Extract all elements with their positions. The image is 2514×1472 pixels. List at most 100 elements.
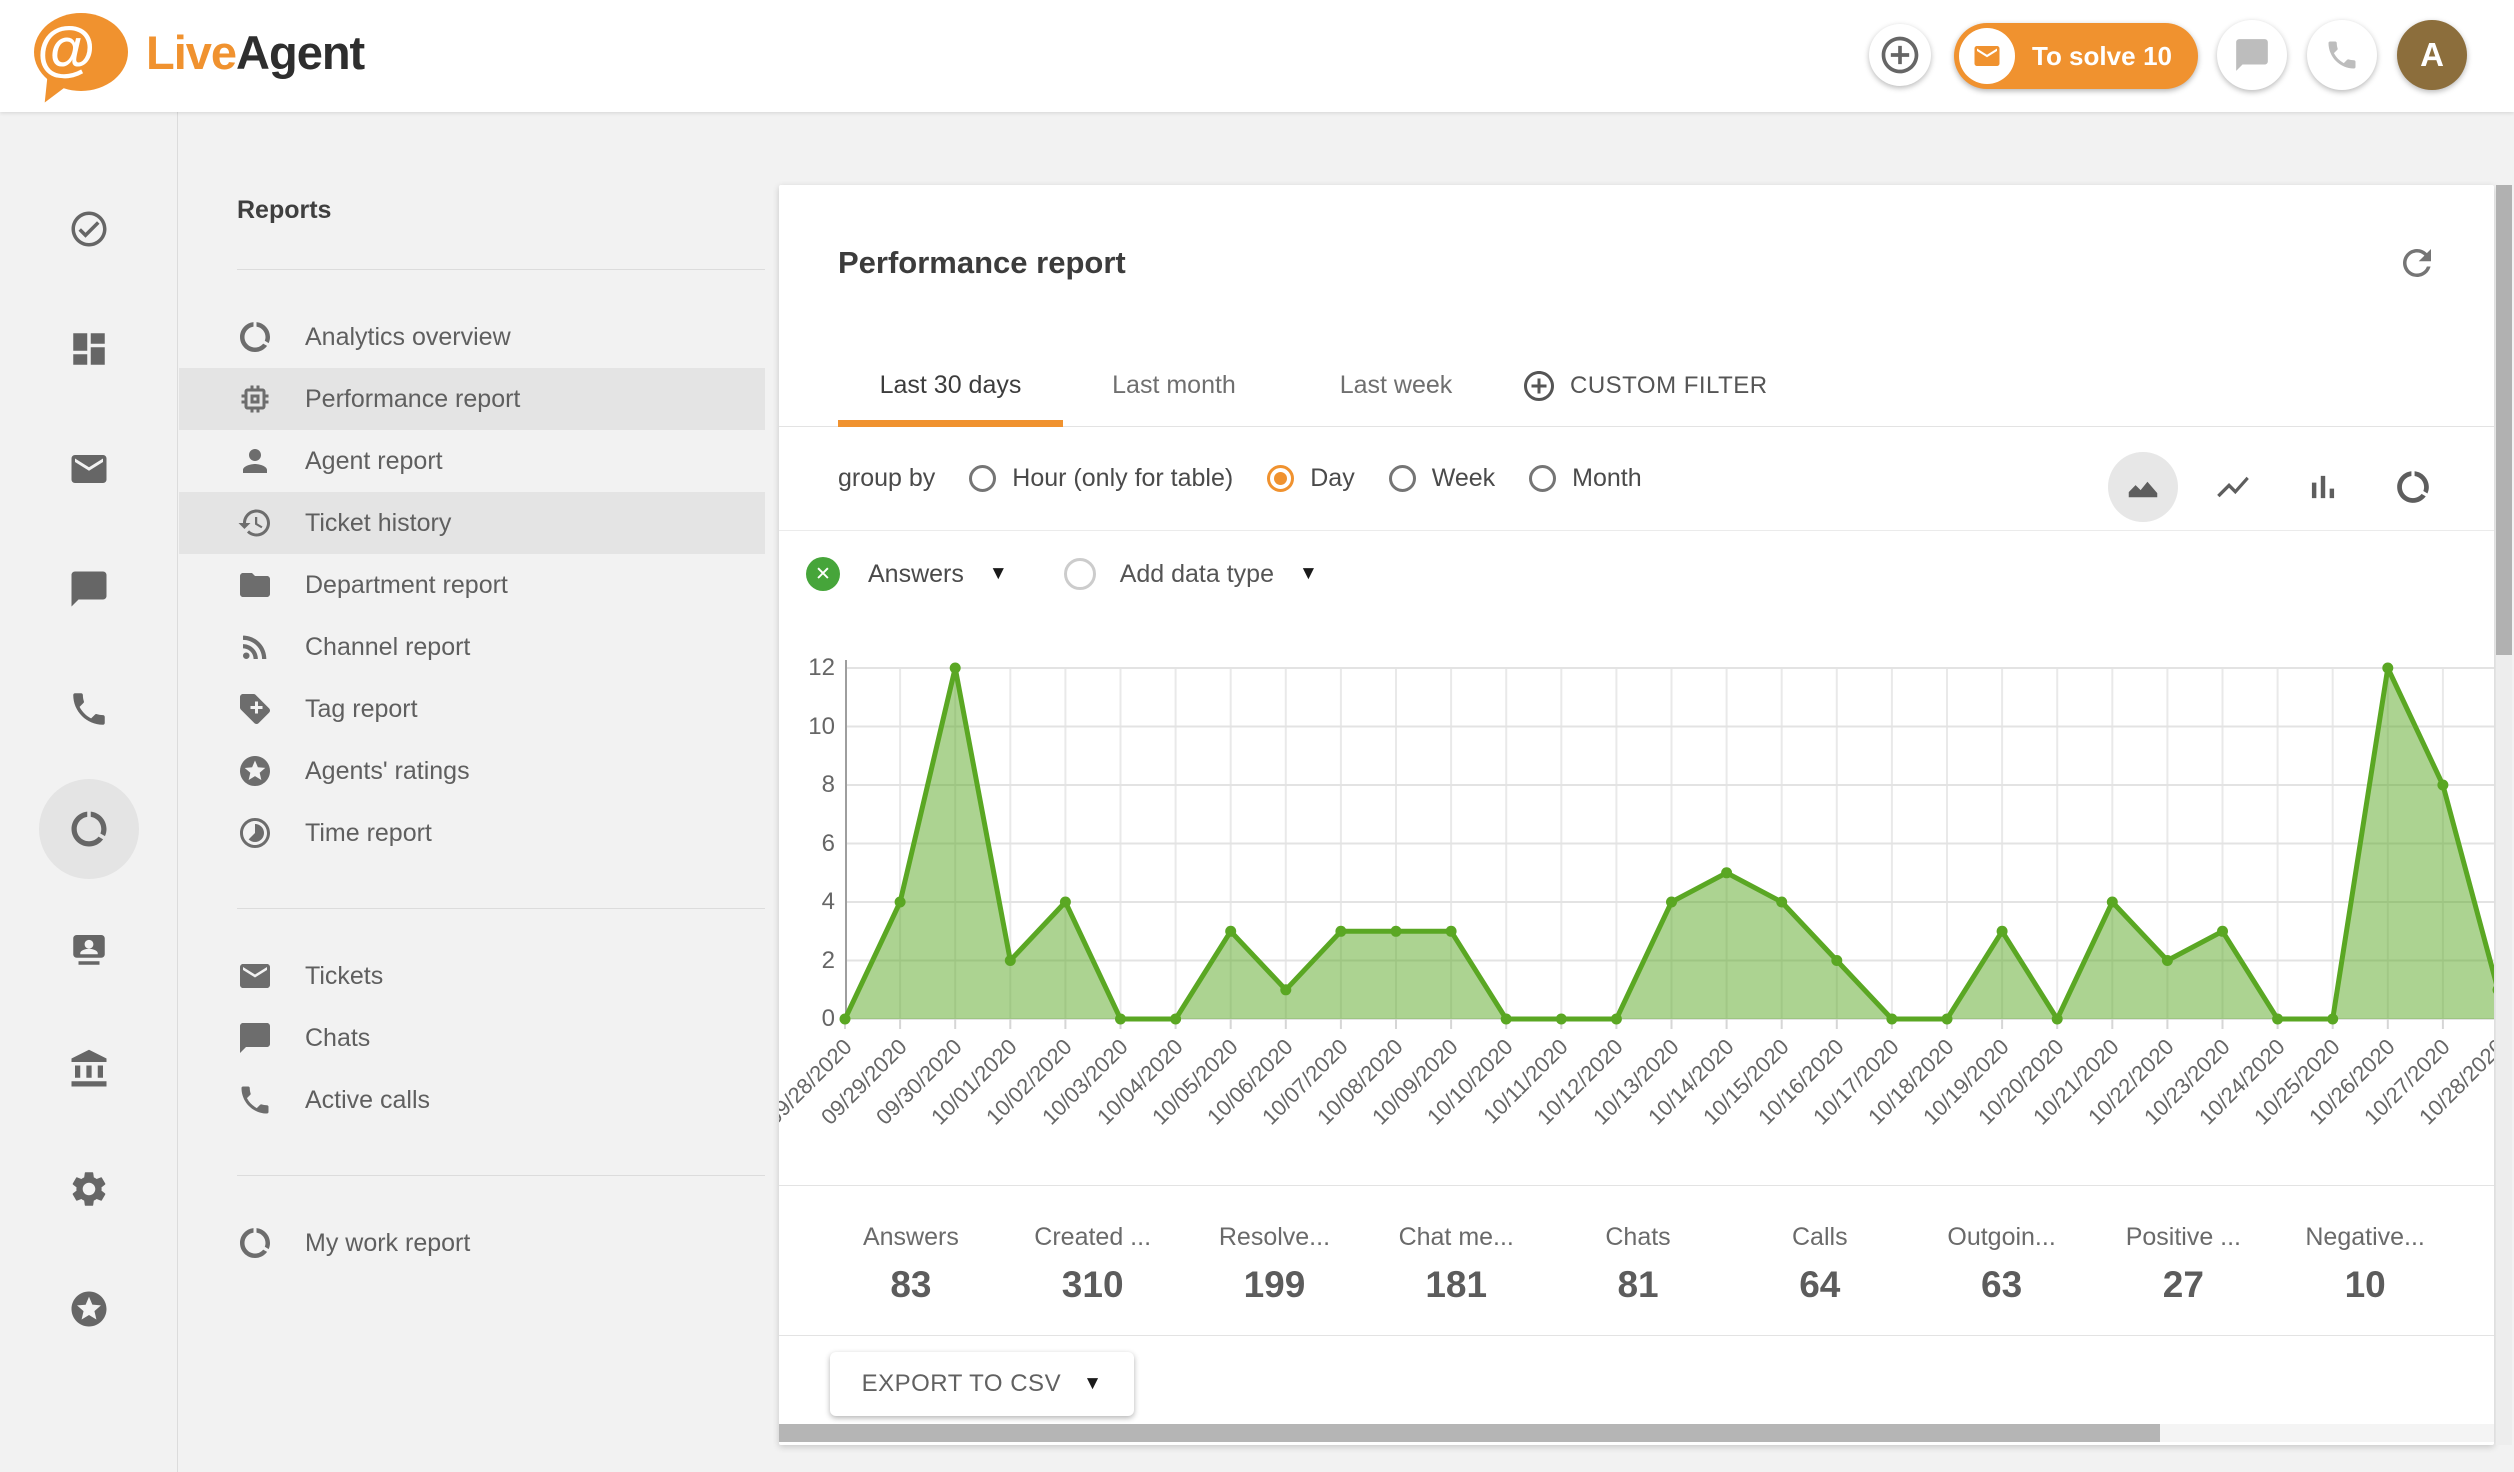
data-point[interactable]: [2272, 1014, 2283, 1025]
avatar[interactable]: A: [2397, 20, 2467, 90]
tab-last-month[interactable]: Last month: [1063, 345, 1285, 426]
chats-quick-button[interactable]: [2217, 20, 2287, 90]
rail-item-calls[interactable]: [39, 659, 139, 759]
sidebar-item-active-calls[interactable]: Active calls: [179, 1069, 765, 1131]
data-point[interactable]: [1721, 867, 1732, 878]
data-point[interactable]: [950, 663, 961, 674]
y-axis-label: 10: [779, 712, 835, 742]
data-point[interactable]: [1556, 1014, 1567, 1025]
stat-outgoin: Outgoin...63: [1911, 1195, 2093, 1306]
horizontal-scrollbar[interactable]: [779, 1424, 2494, 1442]
avatar-letter: A: [2420, 36, 2444, 74]
timelapse-icon: [237, 815, 273, 851]
sidebar-item-label: Active calls: [305, 1086, 430, 1115]
stat-chats: Chats81: [1547, 1195, 1729, 1306]
data-point[interactable]: [1170, 1014, 1181, 1025]
data-point[interactable]: [1831, 955, 1842, 966]
custom-filter-label: CUSTOM FILTER: [1570, 372, 1768, 400]
rail-item-reports[interactable]: [39, 779, 139, 879]
add-data-type-button[interactable]: Add data type ▼: [1008, 558, 1318, 590]
sidebar-item-chats[interactable]: Chats: [179, 1007, 765, 1069]
sidebar-item-tag-report[interactable]: Tag report: [179, 678, 765, 740]
bar-chart-button[interactable]: [2288, 452, 2358, 522]
sidebar-item-analytics-overview[interactable]: Analytics overview: [179, 306, 765, 368]
data-point[interactable]: [1335, 926, 1346, 937]
data-point[interactable]: [1005, 955, 1016, 966]
data-point[interactable]: [1942, 1014, 1953, 1025]
group-by-option-day[interactable]: Day: [1267, 464, 1354, 493]
stat-label: Negative...: [2274, 1223, 2456, 1252]
stat-value: 63: [1911, 1264, 2093, 1306]
phone-icon: [237, 1082, 273, 1118]
rail-item-chats[interactable]: [39, 539, 139, 639]
sidebar-item-ticket-history[interactable]: Ticket history: [179, 492, 765, 554]
divider: [237, 269, 765, 270]
tab-last-30-days[interactable]: Last 30 days: [838, 345, 1063, 426]
refresh-button[interactable]: [2395, 241, 2439, 285]
data-point[interactable]: [2217, 926, 2228, 937]
data-point[interactable]: [1060, 897, 1071, 908]
chat-icon: [68, 568, 110, 610]
sidebar-item-department-report[interactable]: Department report: [179, 554, 765, 616]
rail-item-ratings[interactable]: [39, 1259, 139, 1359]
data-point[interactable]: [1776, 897, 1787, 908]
rail-item-customers[interactable]: [39, 899, 139, 999]
tab-last-week[interactable]: Last week: [1285, 345, 1507, 426]
data-point[interactable]: [1391, 926, 1402, 937]
data-point[interactable]: [2162, 955, 2173, 966]
line-chart-button[interactable]: [2198, 452, 2268, 522]
rail-item-dashboard[interactable]: [39, 299, 139, 399]
data-point[interactable]: [1997, 926, 2008, 937]
sidebar-item-agent-report[interactable]: Agent report: [179, 430, 765, 492]
sidebar-item-label: Agent report: [305, 447, 443, 476]
chart-line-icon: [2214, 468, 2252, 506]
rail-item-tickets[interactable]: [39, 419, 139, 519]
add-new-button[interactable]: [1869, 24, 1931, 86]
rail-item-tasks[interactable]: [39, 179, 139, 279]
vertical-scrollbar-thumb[interactable]: [2496, 185, 2512, 655]
bank-icon: [68, 1048, 110, 1090]
group-by-option-label: Week: [1432, 464, 1495, 493]
sidebar-item-channel-report[interactable]: Channel report: [179, 616, 765, 678]
data-point[interactable]: [1280, 984, 1291, 995]
calls-quick-button[interactable]: [2307, 20, 2377, 90]
sidebar-item-tickets[interactable]: Tickets: [179, 945, 765, 1007]
data-point[interactable]: [2382, 663, 2393, 674]
rail-item-settings[interactable]: [39, 1139, 139, 1239]
data-point[interactable]: [1666, 897, 1677, 908]
data-point[interactable]: [840, 1014, 851, 1025]
answers-series-chip[interactable]: ✕ Answers ▼: [806, 557, 1008, 591]
sidebar-item-time-report[interactable]: Time report: [179, 802, 765, 864]
sidebar-item-label: Tickets: [305, 962, 383, 991]
sidebar-item-performance-report[interactable]: Performance report: [179, 368, 765, 430]
custom-filter-button[interactable]: CUSTOM FILTER: [1521, 345, 1768, 426]
data-point[interactable]: [2327, 1014, 2338, 1025]
page-title: Performance report: [838, 245, 1126, 281]
data-point[interactable]: [2052, 1014, 2063, 1025]
tab-label: Last 30 days: [880, 371, 1022, 400]
rail-item-company[interactable]: [39, 1019, 139, 1119]
vertical-scrollbar[interactable]: [2496, 185, 2512, 1445]
data-point[interactable]: [1886, 1014, 1897, 1025]
group-by-option-week[interactable]: Week: [1389, 464, 1495, 493]
sidebar-item-my-work-report[interactable]: My work report: [179, 1212, 765, 1274]
donut-icon: [237, 319, 273, 355]
area-chart-button[interactable]: [2108, 452, 2178, 522]
group-by-option-hour-only-for-table[interactable]: Hour (only for table): [969, 464, 1233, 493]
data-point[interactable]: [1446, 926, 1457, 937]
remove-series-icon[interactable]: ✕: [806, 557, 840, 591]
data-point[interactable]: [895, 897, 906, 908]
group-by-option-month[interactable]: Month: [1529, 464, 1641, 493]
sidebar-item-agents-ratings[interactable]: Agents' ratings: [179, 740, 765, 802]
data-point[interactable]: [2437, 780, 2448, 791]
to-solve-button[interactable]: To solve 10: [1954, 23, 2198, 89]
data-point[interactable]: [2107, 897, 2118, 908]
data-point[interactable]: [1225, 926, 1236, 937]
export-to-csv-button[interactable]: EXPORT TO CSV ▼: [830, 1352, 1134, 1416]
horizontal-scrollbar-thumb[interactable]: [779, 1424, 2160, 1442]
data-point[interactable]: [1611, 1014, 1622, 1025]
data-point[interactable]: [1501, 1014, 1512, 1025]
data-point[interactable]: [1115, 1014, 1126, 1025]
y-axis-label: 4: [779, 887, 835, 917]
donut-chart-button[interactable]: [2378, 452, 2448, 522]
